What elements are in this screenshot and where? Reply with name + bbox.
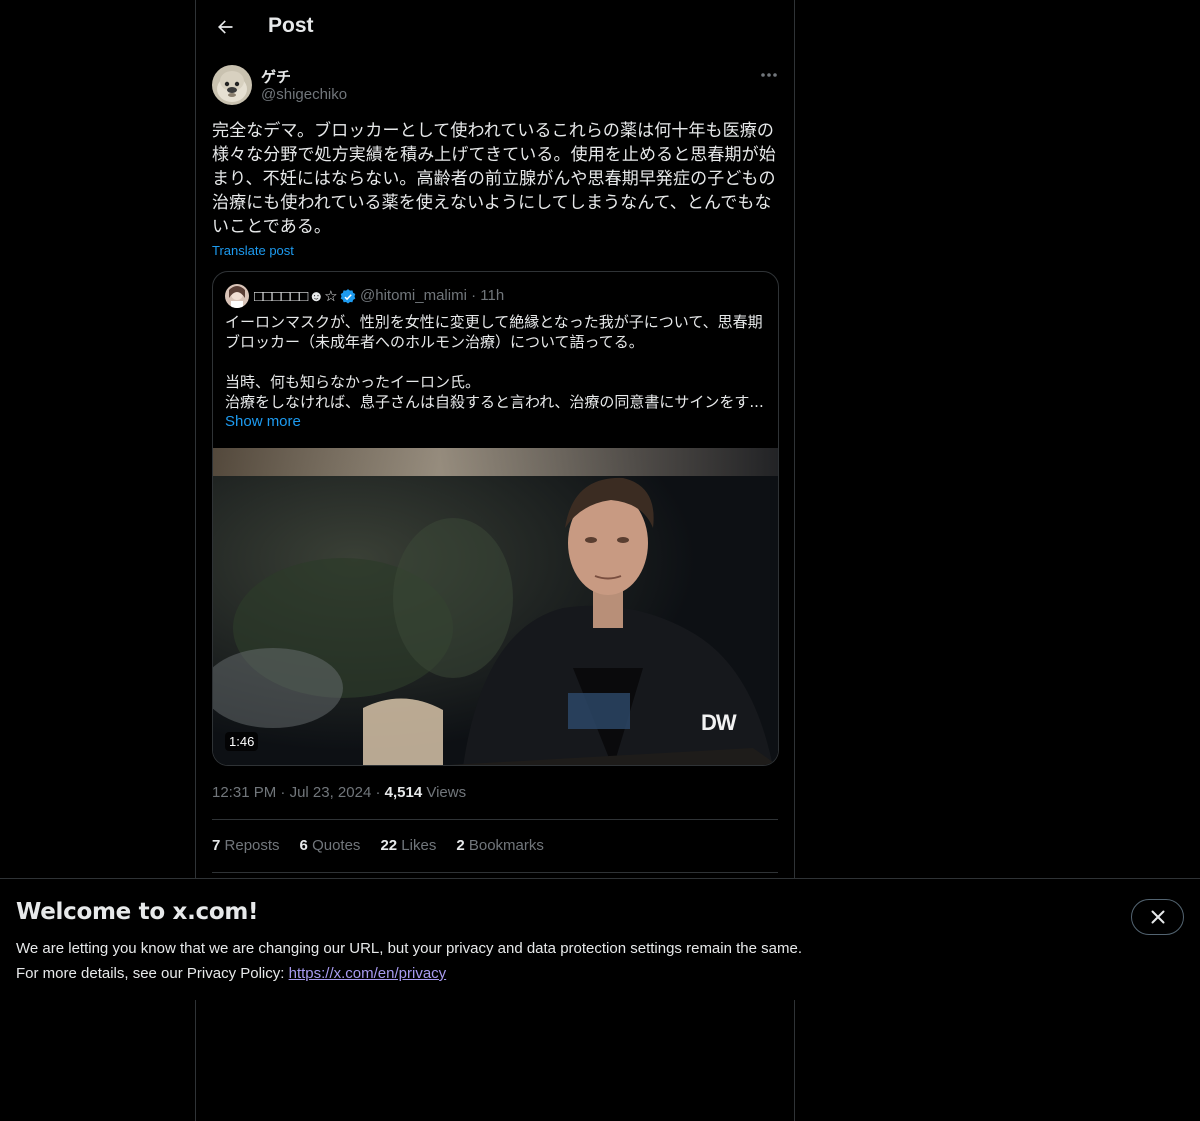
video-duration-badge: 1:46 <box>225 732 259 751</box>
banner-title: Welcome to x.com! <box>16 899 259 925</box>
author-handle[interactable]: @shigechiko <box>261 86 347 103</box>
stat-count: 6 <box>299 837 308 854</box>
video-thumbnail <box>213 448 778 765</box>
quoted-handle-line: @hitomi_malimi · 11h <box>360 287 504 304</box>
post-date[interactable]: Jul 23, 2024 <box>290 784 372 801</box>
quoted-text-line: 治療をしなければ、息子さんは自殺すると言われ、治療の同意書にサインをす... <box>225 393 764 411</box>
divider <box>212 872 778 873</box>
arrow-left-icon <box>218 20 233 34</box>
banner-line-prefix: For more details, see our Privacy Policy… <box>16 965 285 982</box>
quoted-text-line: イーロンマスクが、性別を女性に変更して絶縁となった我が子について、思春期 <box>225 313 763 331</box>
post-text: 完全なデマ。ブロッカーとして使われているこれらの薬は何十年も医療の様々な分野で処… <box>212 121 776 237</box>
post-time[interactable]: 12:31 PM <box>212 784 276 801</box>
banner-body: We are letting you know that we are chan… <box>16 936 802 986</box>
quotes-stat[interactable]: 6 Quotes <box>300 837 361 854</box>
translate-post-link[interactable]: Translate post <box>212 243 294 258</box>
author-display-name[interactable]: ゲチ <box>261 66 291 87</box>
quoted-text: イーロンマスクが、性別を女性に変更して絶縁となった我が子について、思春期 ブロッ… <box>225 312 770 412</box>
separator-dot: · <box>471 287 481 304</box>
stat-count: 2 <box>456 837 465 854</box>
stat-count: 22 <box>380 837 398 854</box>
back-button[interactable] <box>208 10 242 44</box>
bookmarks-stat[interactable]: 2 Bookmarks <box>456 837 544 854</box>
video-player[interactable]: 1:46 DW <box>213 448 778 765</box>
stat-label: Bookmarks <box>468 837 544 854</box>
separator-dot: · <box>280 784 290 801</box>
quoted-handle: @hitomi_malimi <box>360 287 467 304</box>
show-more-link[interactable]: Show more <box>225 413 301 430</box>
stat-label: Quotes <box>312 837 361 854</box>
avatar[interactable] <box>212 65 252 105</box>
divider <box>212 819 778 820</box>
page-header: Post <box>196 0 794 53</box>
verified-badge-icon <box>339 288 357 311</box>
quoted-text-line <box>225 352 770 372</box>
quoted-post[interactable]: □□□□□□☻☆ @hitomi_malimi · 11h イーロンマスクが、性… <box>212 271 779 766</box>
more-button[interactable] <box>756 66 782 84</box>
stat-count: 7 <box>212 837 221 854</box>
privacy-policy-link[interactable]: https://x.com/en/privacy <box>289 965 447 982</box>
quoted-timestamp: 11h <box>480 287 505 304</box>
quoted-display-name: □□□□□□☻☆ <box>254 288 338 305</box>
likes-stat[interactable]: 22 Likes <box>380 837 436 854</box>
close-icon <box>1151 910 1164 924</box>
reposts-stat[interactable]: 7 Reposts <box>212 837 280 854</box>
banner-line: For more details, see our Privacy Policy… <box>16 961 802 986</box>
page-title: Post <box>268 14 314 37</box>
quoted-avatar <box>225 284 249 308</box>
separator-dot: · <box>375 784 385 801</box>
url-change-banner: Welcome to x.com! We are letting you kno… <box>0 878 1200 1000</box>
quoted-text-line: 当時、何も知らなかったイーロン氏。 <box>225 373 481 391</box>
banner-line: We are letting you know that we are chan… <box>16 940 802 957</box>
stat-label: Likes <box>401 837 437 854</box>
engagement-stats: 7 Reposts 6 Quotes 22 Likes 2 Bookmarks <box>212 837 544 854</box>
views-count: 4,514 <box>384 784 423 801</box>
post-metadata: 12:31 PM · Jul 23, 2024 · 4,514 Views <box>212 784 466 801</box>
views-label: Views <box>426 784 467 801</box>
dw-watermark-logo: DW <box>701 710 737 735</box>
more-dots-icon <box>761 73 777 77</box>
close-banner-button[interactable] <box>1131 899 1184 935</box>
stat-label: Reposts <box>224 837 280 854</box>
quoted-text-line: ブロッカー（未成年者へのホルモン治療）について語ってる。 <box>225 333 644 351</box>
